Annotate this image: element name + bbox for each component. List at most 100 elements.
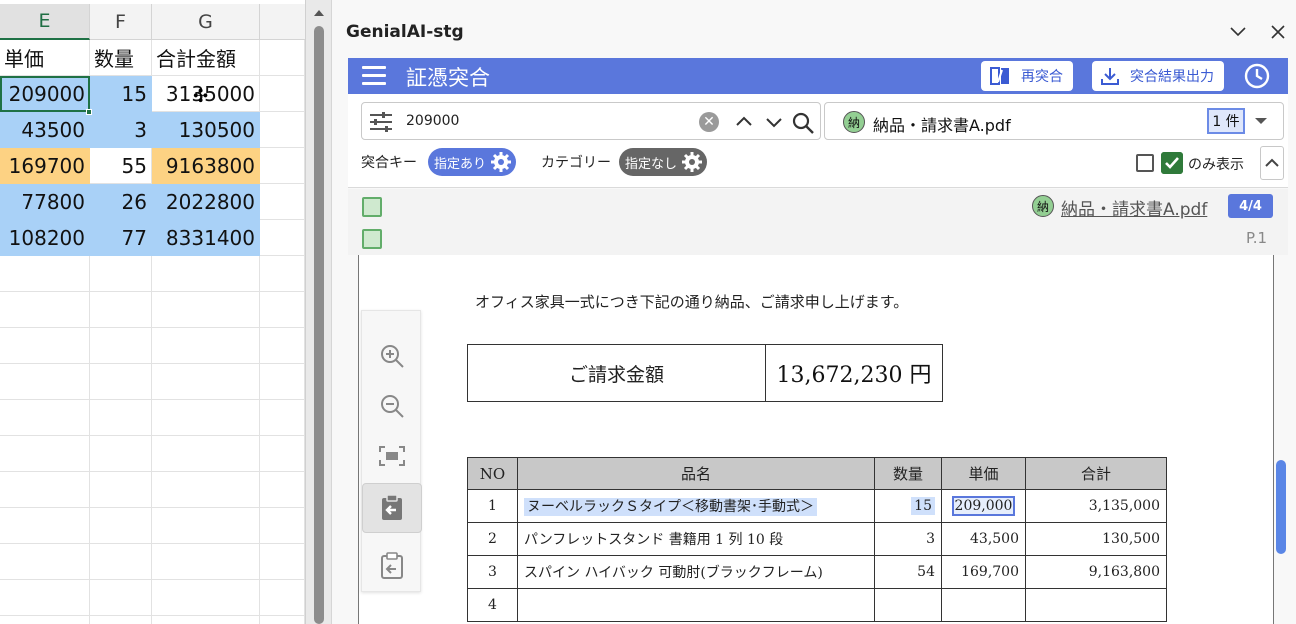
paste-back-button[interactable]: [362, 483, 422, 533]
file-select[interactable]: 納 納品・請求書A.pdf 1 件: [824, 102, 1284, 140]
sheet-empty-cell[interactable]: [0, 616, 90, 624]
sheet-empty-cell[interactable]: [90, 436, 152, 472]
sheet-empty-cell[interactable]: [260, 544, 305, 580]
zoom-in-button[interactable]: [362, 331, 422, 381]
sheet-empty-cell[interactable]: [90, 256, 152, 292]
column-header-f[interactable]: F: [90, 4, 152, 40]
matched-unit-price[interactable]: 209,000: [951, 496, 1016, 516]
clipboard-return-button[interactable]: [362, 541, 422, 591]
sheet-empty-cell[interactable]: [260, 148, 305, 184]
sheet-empty-cell[interactable]: [0, 400, 90, 436]
sheet-empty-cell[interactable]: [152, 580, 260, 616]
sheet-empty-cell[interactable]: [0, 256, 90, 292]
sheet-cell[interactable]: 55: [90, 148, 152, 184]
sheet-empty-cell[interactable]: [260, 580, 305, 616]
sheet-empty-cell[interactable]: [260, 256, 305, 292]
sheet-empty-cell[interactable]: [90, 400, 152, 436]
sheet-empty-cell[interactable]: [152, 256, 260, 292]
sheet-cell[interactable]: 43500: [0, 112, 90, 148]
sheet-cell[interactable]: 26: [90, 184, 152, 220]
column-header-blank[interactable]: [260, 4, 305, 40]
sheet-header-cell[interactable]: 合計金額: [152, 40, 260, 76]
scrollbar-thumb[interactable]: [314, 26, 324, 624]
highlighted-qty[interactable]: 15: [911, 497, 935, 515]
select-all-checkbox[interactable]: [1136, 154, 1154, 172]
sheet-empty-cell[interactable]: [0, 580, 90, 616]
sheet-scrollbar[interactable]: [305, 0, 331, 624]
sheet-empty-cell[interactable]: [152, 364, 260, 400]
sheet-empty-cell[interactable]: [152, 472, 260, 508]
sheet-empty-cell[interactable]: [152, 544, 260, 580]
sheet-empty-cell[interactable]: [90, 364, 152, 400]
fill-handle[interactable]: [86, 109, 92, 115]
sheet-cell[interactable]: 8331400: [152, 220, 260, 256]
sheet-empty-cell[interactable]: [0, 436, 90, 472]
chevron-up-icon[interactable]: [734, 112, 754, 132]
close-panel-button[interactable]: [1266, 20, 1290, 44]
sheet-empty-cell[interactable]: [260, 40, 305, 76]
sheet-empty-cell[interactable]: [260, 508, 305, 544]
column-header-g[interactable]: G: [152, 4, 260, 40]
sheet-empty-cell[interactable]: [260, 328, 305, 364]
sheet-empty-cell[interactable]: [260, 292, 305, 328]
sheet-empty-cell[interactable]: [0, 472, 90, 508]
sheet-header-cell[interactable]: 単価: [0, 40, 90, 76]
sheet-empty-cell[interactable]: [152, 400, 260, 436]
fit-page-button[interactable]: [362, 431, 422, 481]
search-icon[interactable]: [792, 112, 816, 134]
clear-search-icon[interactable]: ✕: [699, 112, 719, 132]
sheet-empty-cell[interactable]: [152, 436, 260, 472]
sheet-cell[interactable]: 3: [90, 112, 152, 148]
sheet-empty-cell[interactable]: [90, 328, 152, 364]
sheet-cell[interactable]: 77800: [0, 184, 90, 220]
sheet-cell[interactable]: 77: [90, 220, 152, 256]
sheet-empty-cell[interactable]: [260, 616, 305, 624]
sheet-empty-cell[interactable]: [0, 544, 90, 580]
dropdown-caret-icon[interactable]: [1255, 118, 1267, 124]
sheet-empty-cell[interactable]: [152, 292, 260, 328]
sheet-empty-cell[interactable]: [90, 508, 152, 544]
sheet-empty-cell[interactable]: [90, 472, 152, 508]
filter-settings-icon[interactable]: [368, 111, 394, 133]
result-checkbox[interactable]: [362, 197, 382, 217]
zoom-out-button[interactable]: [362, 381, 422, 431]
export-results-button[interactable]: 突合結果出力: [1092, 61, 1224, 91]
sheet-empty-cell[interactable]: [90, 544, 152, 580]
sheet-empty-cell[interactable]: [152, 508, 260, 544]
history-clock-icon[interactable]: [1243, 62, 1271, 90]
show-only-checkbox[interactable]: [1161, 152, 1183, 174]
chevron-down-icon[interactable]: [764, 112, 784, 132]
sheet-empty-cell[interactable]: [260, 112, 305, 148]
sheet-empty-cell[interactable]: [0, 364, 90, 400]
sheet-empty-cell[interactable]: [0, 292, 90, 328]
sheet-empty-cell[interactable]: [260, 472, 305, 508]
sheet-header-cell[interactable]: 数量: [90, 40, 152, 76]
sheet-empty-cell[interactable]: [260, 364, 305, 400]
sheet-empty-cell[interactable]: [260, 76, 305, 112]
search-input[interactable]: [406, 111, 686, 131]
sheet-empty-cell[interactable]: [0, 328, 90, 364]
sheet-cell[interactable]: 209000: [0, 76, 90, 112]
sheet-cell[interactable]: 169700: [0, 148, 90, 184]
sheet-cell[interactable]: 130500: [152, 112, 260, 148]
sheet-empty-cell[interactable]: [152, 616, 260, 624]
page-checkbox[interactable]: [362, 229, 382, 249]
sheet-empty-cell[interactable]: [260, 184, 305, 220]
hamburger-menu-icon[interactable]: [362, 66, 386, 86]
scroll-up-arrow-icon[interactable]: [314, 10, 324, 16]
category-pill[interactable]: 指定なし: [619, 148, 708, 176]
collapse-filter-button[interactable]: [1260, 146, 1284, 180]
sheet-empty-cell[interactable]: [260, 220, 305, 256]
sheet-empty-cell[interactable]: [152, 328, 260, 364]
sheet-cell[interactable]: 9163800: [152, 148, 260, 184]
highlighted-item-name[interactable]: ヌーベルラックＳタイプ＜移動書架･手動式＞: [524, 498, 817, 516]
rematch-button[interactable]: 再突合: [981, 61, 1073, 91]
collapse-panel-button[interactable]: [1226, 20, 1250, 44]
result-file-link[interactable]: 納品・請求書A.pdf: [1061, 195, 1207, 220]
sheet-cell[interactable]: 15: [90, 76, 152, 112]
sheet-empty-cell[interactable]: [260, 400, 305, 436]
sheet-empty-cell[interactable]: [90, 292, 152, 328]
match-key-pill[interactable]: 指定あり: [428, 148, 517, 176]
sheet-empty-cell[interactable]: [90, 616, 152, 624]
sheet-cell[interactable]: 2022800: [152, 184, 260, 220]
